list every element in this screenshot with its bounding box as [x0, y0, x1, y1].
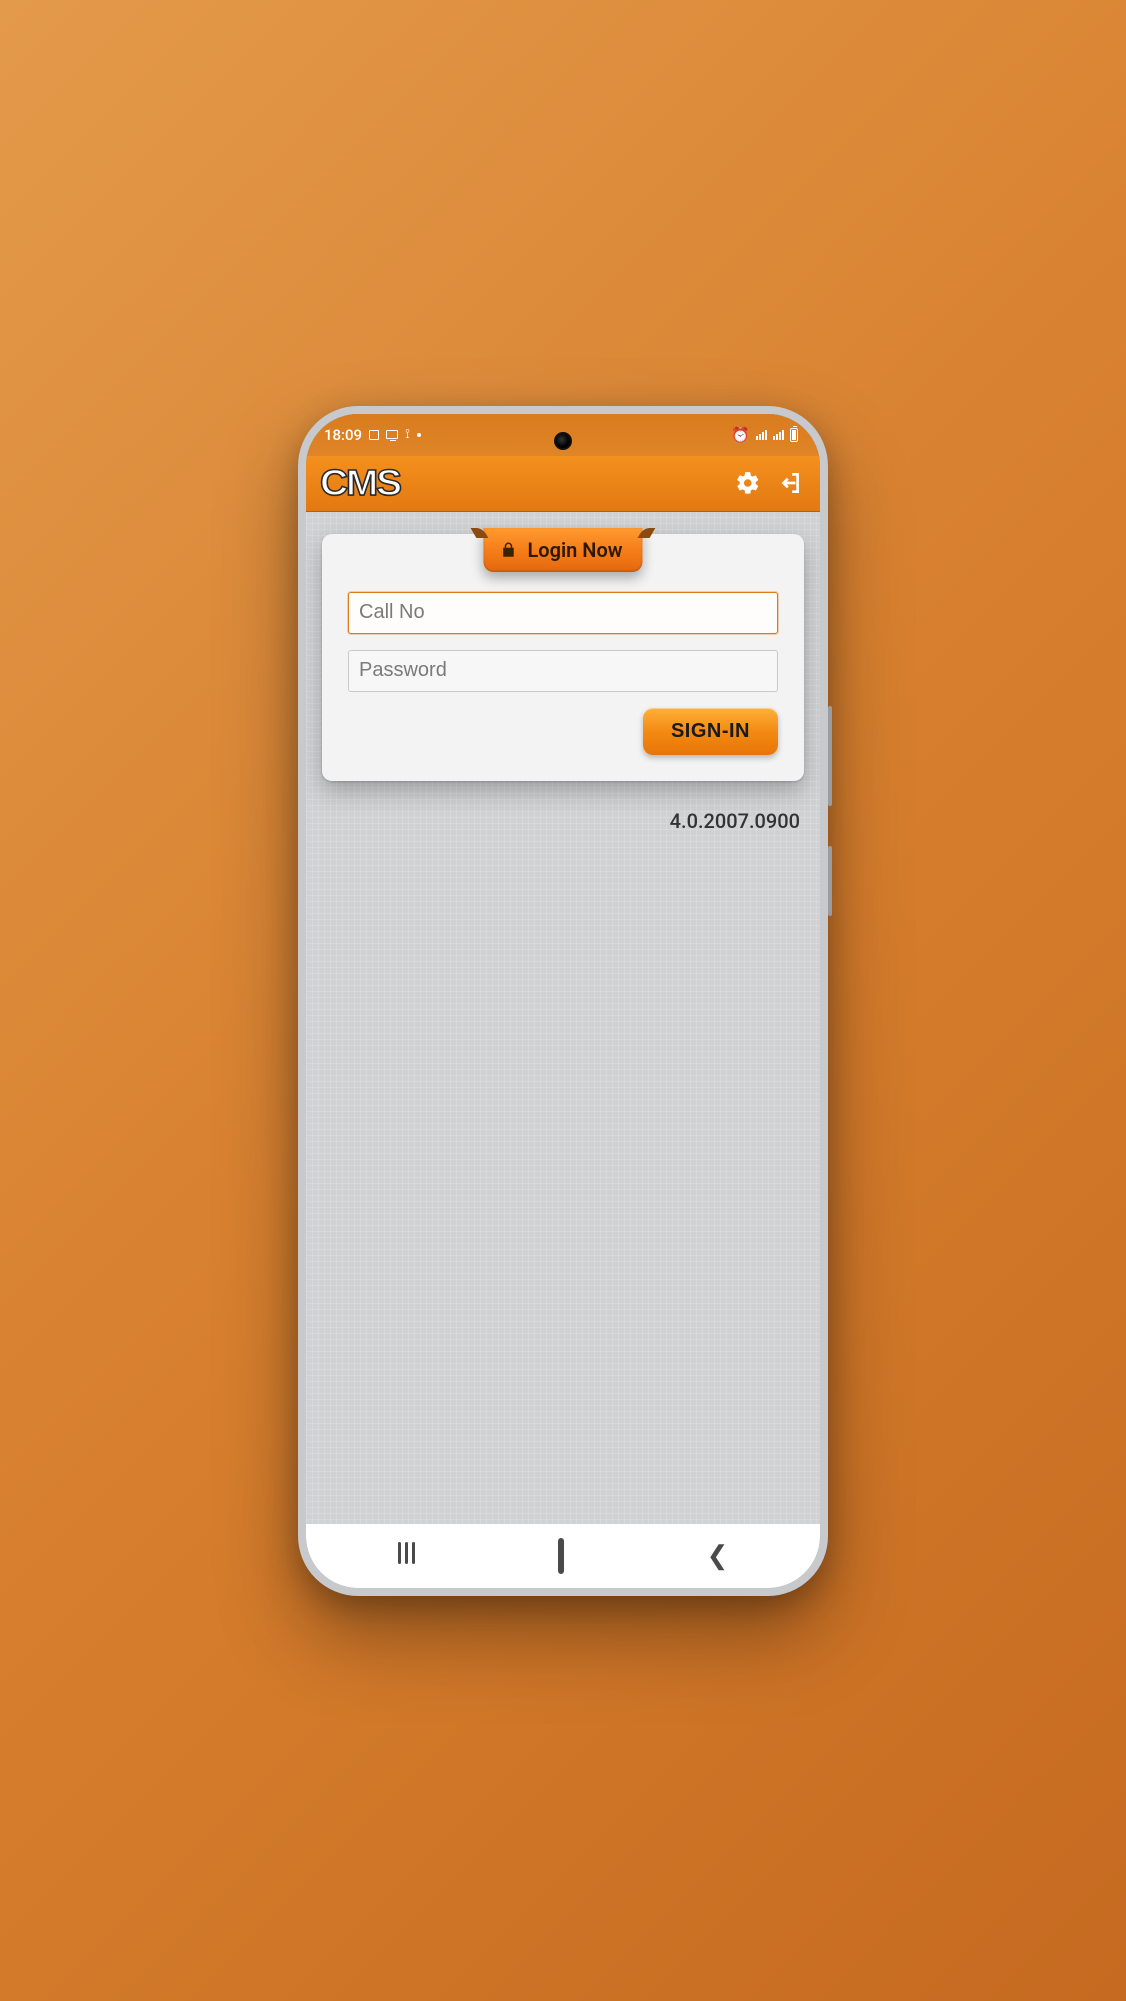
phone-frame: 18:09 ⟟ ⏰ CMS — [298, 406, 828, 1596]
status-stop-icon — [369, 430, 379, 440]
signin-button[interactable]: SIGN-IN — [643, 708, 778, 755]
exit-icon — [777, 470, 803, 496]
phone-camera-hole — [554, 432, 572, 450]
recent-apps-icon — [398, 1542, 415, 1564]
app-screen: 18:09 ⟟ ⏰ CMS — [306, 414, 820, 1588]
login-tab-label: Login Now — [527, 538, 622, 562]
app-header: CMS — [306, 456, 820, 512]
brand-logo: CMS — [320, 462, 400, 504]
nav-recent-button[interactable] — [398, 1541, 415, 1571]
phone-side-button — [828, 846, 832, 916]
password-input[interactable] — [348, 650, 778, 692]
exit-button[interactable] — [774, 467, 806, 499]
status-bluetooth-icon: ⟟ — [405, 427, 410, 442]
callno-input[interactable] — [348, 592, 778, 634]
signal-icon — [773, 430, 784, 440]
phone-side-button — [828, 706, 832, 806]
system-nav-bar: ❮ — [306, 1524, 820, 1588]
login-card: Login Now SIGN-IN — [322, 534, 804, 781]
nav-home-button[interactable] — [558, 1541, 564, 1571]
status-time: 18:09 — [324, 426, 362, 444]
gear-icon — [735, 470, 761, 496]
app-version: 4.0.2007.0900 — [322, 809, 804, 833]
settings-button[interactable] — [732, 467, 764, 499]
login-tab: Login Now — [483, 528, 642, 572]
home-icon — [558, 1538, 564, 1574]
status-more-icon — [417, 433, 421, 437]
battery-icon — [790, 428, 798, 442]
lock-icon — [499, 541, 517, 559]
phone-screen-bezel: 18:09 ⟟ ⏰ CMS — [306, 414, 820, 1588]
status-right: ⏰ — [731, 426, 798, 444]
alarm-icon: ⏰ — [731, 426, 750, 444]
content-area: Login Now SIGN-IN 4.0.2007.0900 — [306, 512, 820, 1524]
status-left: 18:09 ⟟ — [324, 426, 421, 444]
back-icon: ❮ — [707, 1541, 729, 1571]
nav-back-button[interactable]: ❮ — [707, 1543, 729, 1569]
status-screen-icon — [386, 430, 398, 439]
signal-icon — [756, 430, 767, 440]
